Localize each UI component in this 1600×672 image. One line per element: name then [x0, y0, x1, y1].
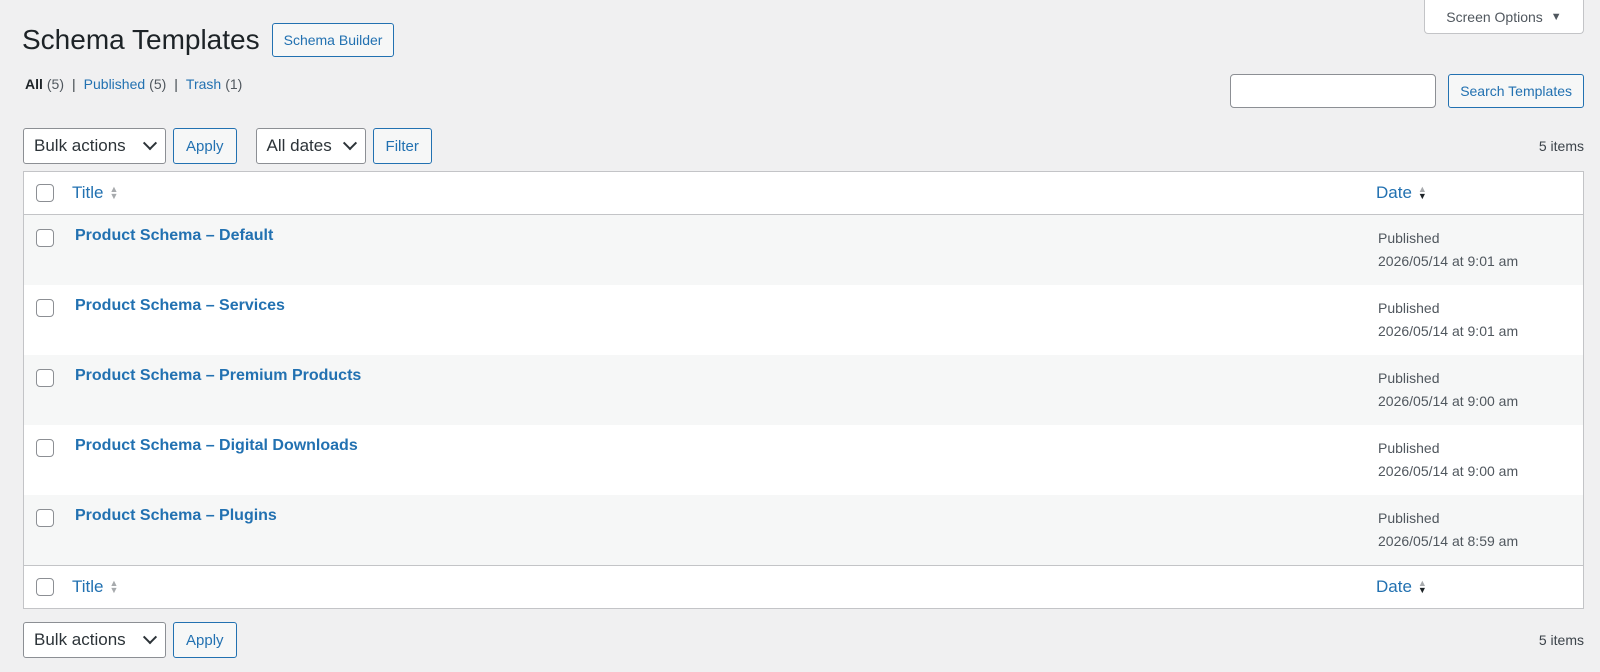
schema-builder-button[interactable]: Schema Builder — [271, 23, 395, 57]
column-date-sort[interactable]: Date ▲ ▼ — [1376, 183, 1427, 203]
dates-select[interactable]: All dates — [255, 128, 366, 164]
bulk-actions-value: Bulk actions — [34, 136, 126, 155]
row-date: Published 2026/05/14 at 8:59 am — [1378, 507, 1518, 553]
caret-down-icon: ▼ — [1550, 10, 1562, 23]
column-date-sort-footer[interactable]: Date ▲ ▼ — [1376, 577, 1427, 597]
chevron-down-icon — [142, 630, 158, 645]
row-timestamp: 2026/05/14 at 9:01 am — [1378, 253, 1519, 269]
screen-options-button[interactable]: Screen Options ▼ — [1424, 0, 1584, 34]
items-count: 5 items — [1538, 138, 1584, 154]
sort-desc-icon: ▲ ▼ — [1417, 184, 1427, 201]
select-all-checkbox-footer[interactable] — [36, 578, 54, 596]
column-date-label: Date — [1376, 577, 1412, 596]
row-status: Published — [1378, 370, 1440, 386]
row-title-link[interactable]: Product Schema – Default — [75, 227, 273, 245]
row-timestamp: 2026/05/14 at 9:00 am — [1378, 393, 1519, 409]
column-date-label: Date — [1376, 183, 1412, 202]
chevron-down-icon — [342, 136, 357, 151]
view-all-count: (5) — [46, 76, 65, 92]
row-checkbox[interactable] — [36, 509, 54, 527]
sort-icon: ▲ ▼ — [109, 578, 119, 595]
view-all[interactable]: All (5) — [25, 76, 64, 92]
table-footer: Title ▲ ▼ Date ▲ ▼ — [24, 565, 1583, 608]
apply-button[interactable]: Apply — [173, 128, 237, 164]
table-row: Product Schema – Plugins Published 2026/… — [24, 495, 1583, 565]
chevron-down-icon — [142, 136, 158, 151]
row-title-link[interactable]: Product Schema – Premium Products — [75, 367, 361, 385]
page-title: Schema Templates — [22, 24, 260, 55]
tablenav-bottom: Bulk actions Apply 5 items — [23, 622, 1584, 658]
view-all-label: All — [25, 76, 43, 92]
column-title-sort-footer[interactable]: Title ▲ ▼ — [72, 577, 118, 597]
dates-value: All dates — [266, 136, 332, 155]
view-trash-label: Trash — [185, 76, 222, 92]
view-trash[interactable]: Trash (1) — [186, 76, 242, 92]
items-count-bottom: 5 items — [1538, 632, 1584, 648]
screen-options-label: Screen Options — [1446, 8, 1543, 25]
row-status: Published — [1378, 230, 1440, 246]
table-row: Product Schema – Digital Downloads Publi… — [24, 425, 1583, 495]
column-title-label: Title — [72, 183, 104, 202]
search-input[interactable] — [1230, 74, 1437, 108]
tablenav-top: Bulk actions Apply All dates Filter 5 it… — [23, 128, 1584, 164]
row-status: Published — [1378, 300, 1440, 316]
row-checkbox[interactable] — [36, 369, 54, 387]
bulk-actions-select-bottom[interactable]: Bulk actions — [23, 622, 166, 658]
row-checkbox[interactable] — [36, 299, 54, 317]
templates-table: Title ▲ ▼ Date ▲ ▼ Product Schema – Defaul… — [23, 171, 1584, 609]
table-row: Product Schema – Default Published 2026/… — [24, 215, 1583, 285]
row-checkbox[interactable] — [36, 229, 54, 247]
bulk-actions-select[interactable]: Bulk actions — [23, 128, 166, 164]
row-date: Published 2026/05/14 at 9:00 am — [1378, 367, 1518, 413]
table-row: Product Schema – Premium Products Publis… — [24, 355, 1583, 425]
separator: | — [174, 76, 178, 92]
page-header: Schema Templates Schema Builder — [22, 20, 395, 60]
row-date: Published 2026/05/14 at 9:01 am — [1378, 227, 1518, 273]
table-row: Product Schema – Services Published 2026… — [24, 285, 1583, 355]
filter-button[interactable]: Filter — [372, 128, 432, 164]
row-status: Published — [1378, 440, 1440, 456]
row-timestamp: 2026/05/14 at 9:01 am — [1378, 323, 1519, 339]
row-date: Published 2026/05/14 at 9:01 am — [1378, 297, 1518, 343]
row-title-link[interactable]: Product Schema – Digital Downloads — [75, 437, 358, 455]
view-trash-count: (1) — [225, 76, 243, 92]
row-title-link[interactable]: Product Schema – Services — [75, 297, 285, 315]
bulk-actions-value: Bulk actions — [34, 630, 126, 649]
search-templates-button[interactable]: Search Templates — [1448, 74, 1584, 108]
select-all-checkbox[interactable] — [36, 184, 54, 202]
search-box: Search Templates — [1230, 74, 1584, 108]
sort-icon: ▲ ▼ — [109, 184, 119, 201]
row-date: Published 2026/05/14 at 9:00 am — [1378, 437, 1518, 483]
sort-desc-icon: ▲ ▼ — [1417, 578, 1427, 595]
separator: | — [72, 76, 76, 92]
column-title-sort[interactable]: Title ▲ ▼ — [72, 183, 118, 203]
view-published-count: (5) — [149, 76, 167, 92]
view-published-label: Published — [83, 76, 146, 92]
row-timestamp: 2026/05/14 at 9:00 am — [1378, 463, 1519, 479]
row-timestamp: 2026/05/14 at 8:59 am — [1378, 533, 1519, 549]
apply-button-bottom[interactable]: Apply — [173, 622, 237, 658]
view-published[interactable]: Published (5) — [84, 76, 167, 92]
row-title-link[interactable]: Product Schema – Plugins — [75, 507, 277, 525]
table-header: Title ▲ ▼ Date ▲ ▼ — [24, 172, 1583, 215]
column-title-label: Title — [72, 577, 104, 596]
view-filters: All (5) | Published (5) | Trash (1) — [25, 76, 242, 92]
row-status: Published — [1378, 510, 1440, 526]
row-checkbox[interactable] — [36, 439, 54, 457]
